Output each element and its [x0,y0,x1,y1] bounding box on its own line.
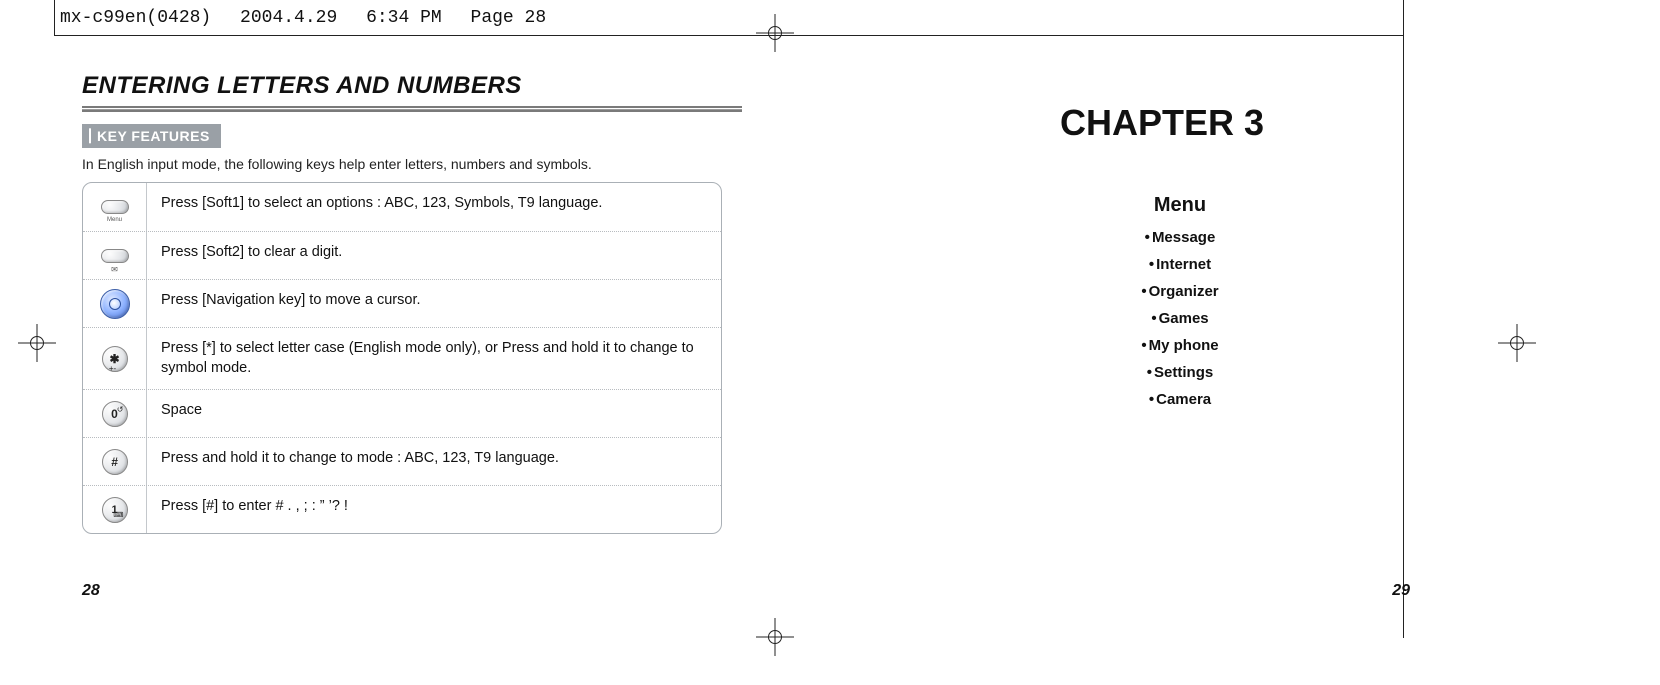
intro-text: In English input mode, the following key… [82,156,742,172]
row-desc: Press and hold it to change to mode : AB… [147,438,721,485]
menu-item: Camera [1130,391,1230,408]
row-desc: Space [147,390,721,437]
row-desc: Press [#] to enter # . , ; : ” ’? ! [147,486,721,533]
menu-list: Message Internet Organizer Games My phon… [1130,229,1230,418]
menu-item: Organizer [1130,283,1230,300]
section-label: KEY FEATURES [82,124,221,148]
table-row: Space [83,389,721,437]
row-desc: Press [Navigation key] to move a cursor. [147,280,721,327]
menu-heading: Menu [1154,194,1206,217]
row-desc: Press [*] to select letter case (English… [147,328,721,389]
title-rule [82,106,742,112]
menu-item: Settings [1130,364,1230,381]
page-right: CHAPTER 3 Menu Message Internet Organize… [820,72,1480,572]
key-features-table: Press [Soft1] to select an options : ABC… [82,182,722,534]
table-row: Press [#] to enter # . , ; : ” ’? ! [83,485,721,533]
page-left: ENTERING LETTERS AND NUMBERS KEY FEATURE… [82,72,742,572]
zero-key-icon [102,401,128,427]
hash-key-icon [102,449,128,475]
menu-item: My phone [1130,337,1230,354]
file-date: 2004.4.29 [240,8,337,28]
row-desc: Press [Soft2] to clear a digit. [147,232,721,279]
one-key-icon [102,497,128,523]
file-name: mx-c99en(0428) [60,8,211,28]
menu-block: Menu Message Internet Organizer Games My… [1120,194,1480,418]
soft2-clear-key-icon [101,249,129,263]
file-header: mx-c99en(0428) 2004.4.29 6:34 PM Page 28 [60,8,546,28]
file-time: 6:34 PM [366,8,442,28]
row-desc: Press [Soft1] to select an options : ABC… [147,183,721,231]
registration-mark-icon [18,324,56,362]
page-number-left: 28 [82,582,100,600]
page-number-right: 29 [1392,582,1410,600]
chapter-title: CHAPTER 3 [1060,102,1480,144]
table-row: Press [Soft1] to select an options : ABC… [83,183,721,231]
table-row: Press [Soft2] to clear a digit. [83,231,721,279]
registration-mark-icon [756,618,794,656]
registration-mark-icon [756,14,794,52]
menu-item: Games [1130,310,1230,327]
star-key-icon [102,346,128,372]
navigation-key-icon [100,289,130,319]
soft1-menu-key-icon [101,200,129,214]
table-row: Press and hold it to change to mode : AB… [83,437,721,485]
page-title: ENTERING LETTERS AND NUMBERS [82,72,742,100]
table-row: Press [*] to select letter case (English… [83,327,721,389]
file-page: Page 28 [471,8,547,28]
registration-mark-icon [1498,324,1536,362]
menu-item: Internet [1130,256,1230,273]
table-row: Press [Navigation key] to move a cursor. [83,279,721,327]
menu-item: Message [1130,229,1230,246]
